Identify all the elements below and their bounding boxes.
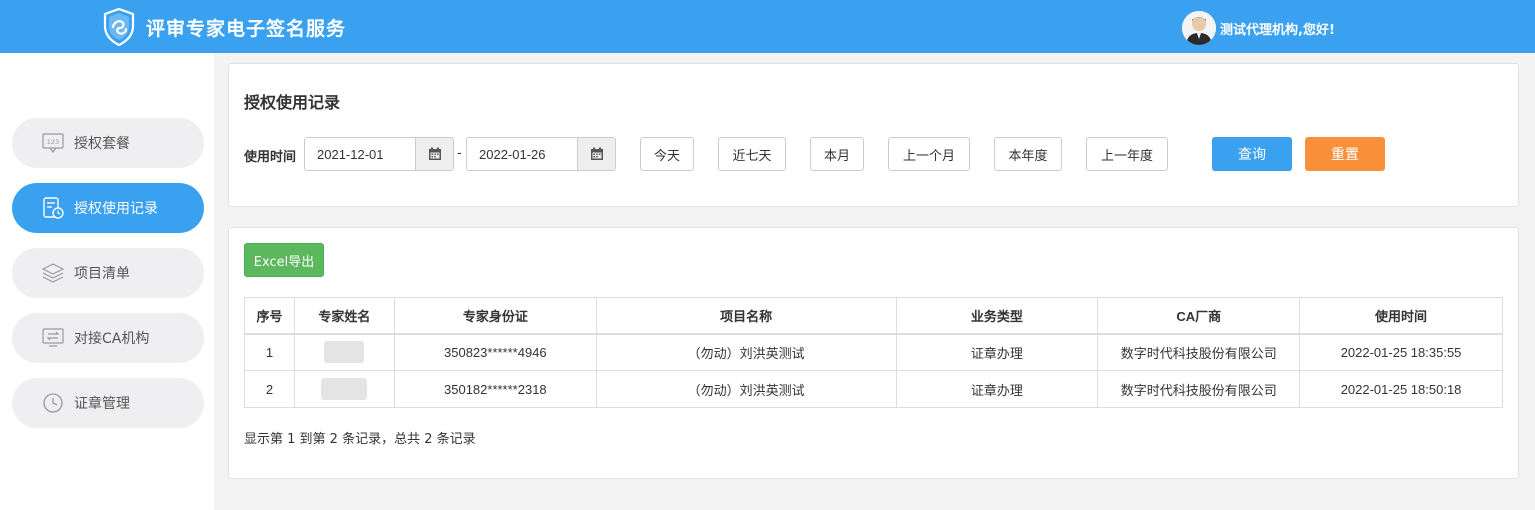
app-title: 评审专家电子签名服务 bbox=[146, 18, 347, 40]
sidebar: 123 授权套餐 授权使用记录 项目清单 对接CA机构 证章管理 bbox=[0, 53, 214, 510]
sidebar-item-seal-management[interactable]: 证章管理 bbox=[12, 378, 204, 428]
col-expert-id: 专家身份证 bbox=[393, 297, 597, 335]
records-panel: Excel导出 序号 专家姓名 专家身份证 项目名称 业务类型 CA厂商 使用时… bbox=[228, 227, 1519, 479]
cell-expert-id: 350182******2318 bbox=[393, 370, 597, 408]
this-year-button[interactable]: 本年度 bbox=[994, 137, 1062, 171]
start-date-picker bbox=[304, 137, 454, 171]
filter-panel: 授权使用记录 使用时间 - 今天 近七天 本月 上一个月 本年度 上一年度 查询… bbox=[228, 63, 1519, 207]
calendar-icon[interactable] bbox=[415, 138, 453, 170]
last-7-days-button[interactable]: 近七天 bbox=[718, 137, 786, 171]
cell-expert-name-redacted bbox=[293, 333, 395, 371]
cell-expert-id: 350823******4946 bbox=[393, 333, 597, 371]
sidebar-item-label: 证章管理 bbox=[74, 396, 130, 412]
date-separator: - bbox=[457, 146, 462, 161]
table-row: 2 350182******2318 （勿动）刘洪英测试 证章办理 数字时代科技… bbox=[244, 370, 1503, 408]
cell-no: 1 bbox=[244, 333, 295, 371]
sidebar-item-label: 项目清单 bbox=[74, 266, 130, 282]
start-date-input[interactable] bbox=[305, 138, 415, 170]
table-row: 1 350823******4946 （勿动）刘洪英测试 证章办理 数字时代科技… bbox=[244, 333, 1503, 371]
sidebar-item-package[interactable]: 123 授权套餐 bbox=[12, 118, 204, 168]
layers-icon bbox=[40, 260, 66, 286]
cell-usage-time: 2022-01-25 18:35:55 bbox=[1299, 333, 1503, 371]
today-button[interactable]: 今天 bbox=[640, 137, 694, 171]
last-year-button[interactable]: 上一年度 bbox=[1086, 137, 1168, 171]
pagination-summary: 显示第 1 到第 2 条记录，总共 2 条记录 bbox=[244, 432, 476, 447]
sidebar-item-project-list[interactable]: 项目清单 bbox=[12, 248, 204, 298]
records-table: 序号 专家姓名 专家身份证 项目名称 业务类型 CA厂商 使用时间 1 3508… bbox=[244, 297, 1503, 408]
col-expert-name: 专家姓名 bbox=[293, 297, 395, 335]
cell-no: 2 bbox=[244, 370, 295, 408]
record-clock-icon bbox=[40, 195, 66, 221]
table-header-row: 序号 专家姓名 专家身份证 项目名称 业务类型 CA厂商 使用时间 bbox=[244, 297, 1503, 335]
calendar-icon[interactable] bbox=[577, 138, 615, 170]
col-usage-time: 使用时间 bbox=[1299, 297, 1503, 335]
sidebar-item-label: 对接CA机构 bbox=[74, 331, 150, 347]
sidebar-item-label: 授权套餐 bbox=[74, 136, 130, 152]
sidebar-item-usage-records[interactable]: 授权使用记录 bbox=[12, 183, 204, 233]
svg-text:123: 123 bbox=[47, 138, 59, 146]
cell-ca-vendor: 数字时代科技股份有限公司 bbox=[1097, 333, 1301, 371]
col-business-type: 业务类型 bbox=[895, 297, 1099, 335]
top-bar: 评审专家电子签名服务 测试代理机构,您好! bbox=[0, 0, 1535, 53]
sidebar-item-label: 授权使用记录 bbox=[74, 201, 158, 217]
cell-usage-time: 2022-01-25 18:50:18 bbox=[1299, 370, 1503, 408]
clock-icon bbox=[40, 390, 66, 416]
shield-logo-icon bbox=[103, 7, 135, 47]
cell-business-type: 证章办理 bbox=[895, 370, 1099, 408]
end-date-picker bbox=[466, 137, 616, 171]
user-greeting: 测试代理机构,您好! bbox=[1220, 23, 1335, 38]
usage-time-label: 使用时间 bbox=[244, 150, 297, 165]
last-month-button[interactable]: 上一个月 bbox=[888, 137, 970, 171]
excel-export-button[interactable]: Excel导出 bbox=[244, 243, 324, 277]
cell-business-type: 证章办理 bbox=[895, 333, 1099, 371]
sidebar-item-ca-connect[interactable]: 对接CA机构 bbox=[12, 313, 204, 363]
col-ca-vendor: CA厂商 bbox=[1097, 297, 1301, 335]
page-title: 授权使用记录 bbox=[244, 93, 341, 112]
this-month-button[interactable]: 本月 bbox=[810, 137, 864, 171]
cell-expert-name-redacted bbox=[293, 370, 395, 408]
search-button[interactable]: 查询 bbox=[1212, 137, 1292, 171]
user-avatar[interactable] bbox=[1182, 11, 1216, 45]
cell-project-name: （勿动）刘洪英测试 bbox=[595, 370, 897, 408]
cell-project-name: （勿动）刘洪英测试 bbox=[595, 333, 897, 371]
reset-button[interactable]: 重置 bbox=[1305, 137, 1385, 171]
col-no: 序号 bbox=[244, 297, 295, 335]
package-123-icon: 123 bbox=[40, 130, 66, 156]
exchange-icon bbox=[40, 325, 66, 351]
cell-ca-vendor: 数字时代科技股份有限公司 bbox=[1097, 370, 1301, 408]
col-project-name: 项目名称 bbox=[595, 297, 897, 335]
end-date-input[interactable] bbox=[467, 138, 577, 170]
